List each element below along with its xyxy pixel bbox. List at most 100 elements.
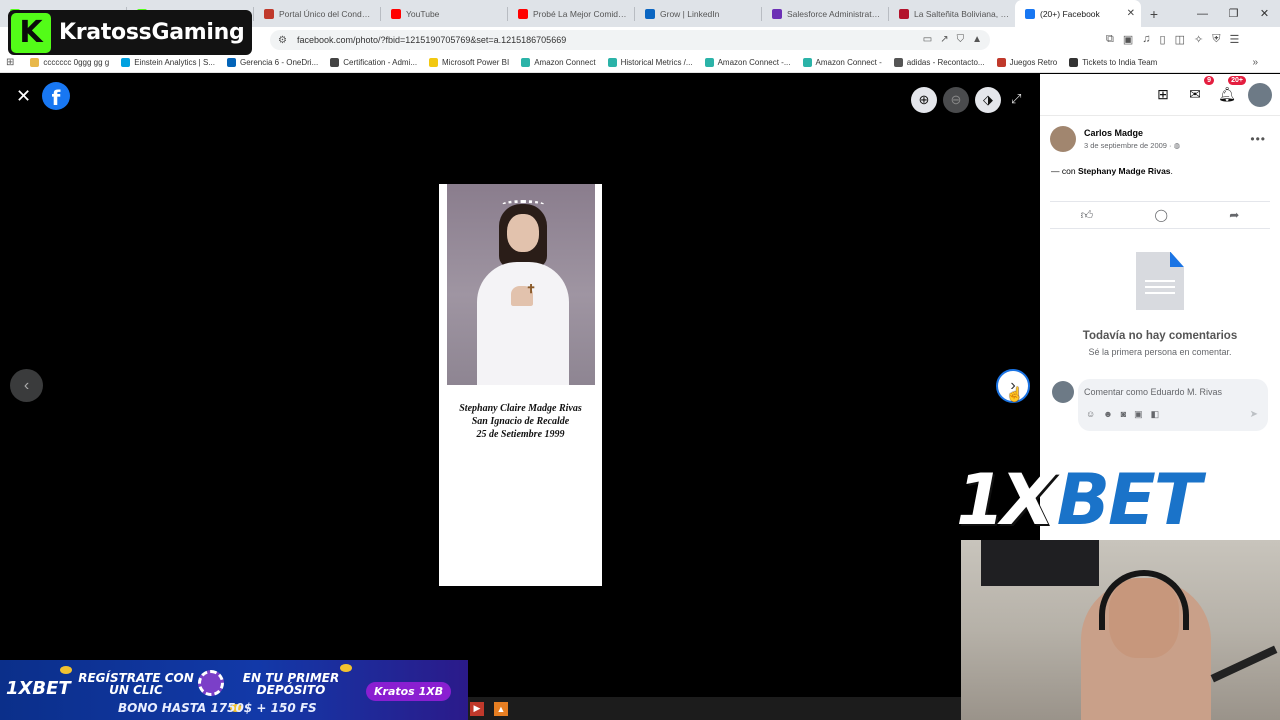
tab-label[interactable]: Salesforce Administrator... — [787, 9, 882, 19]
more-bookmarks-icon[interactable]: » — [1252, 57, 1258, 68]
browser-tab[interactable]: (20+) Facebook ✕ — [1015, 0, 1141, 27]
menu-icon[interactable]: ☰ — [1229, 33, 1239, 46]
bookmark-label[interactable]: Microsoft Power BI — [442, 58, 509, 67]
bookmark-item[interactable]: Historical Metrics /... — [607, 58, 693, 67]
split-icon[interactable]: ◫ — [1175, 33, 1185, 46]
shield-icon[interactable]: ⛉ — [957, 34, 965, 45]
bookmark-favicon-icon — [893, 58, 903, 67]
bookmark-item[interactable]: Tickets to India Team — [1069, 58, 1157, 67]
tab-label[interactable]: (20+) Facebook — [1040, 9, 1123, 19]
app-icon-red[interactable]: ▶ — [470, 701, 484, 716]
comment-input[interactable]: Comentar como Eduardo M. Rivas ☺ ☻ ◙ ▣ ◧… — [1078, 379, 1268, 431]
post-date-text[interactable]: 3 de septiembre de 2009 · — [1084, 141, 1174, 150]
sparkle-icon[interactable]: ✧ — [1194, 33, 1203, 46]
bookmark-label[interactable]: Certification - Admi... — [343, 58, 417, 67]
tab-label[interactable]: Probé La Mejor Comida de... — [533, 9, 628, 19]
bookmark-label[interactable]: adidas - Recontacto... — [907, 58, 985, 67]
bookmark-label[interactable]: Einstein Analytics | S... — [134, 58, 215, 67]
bookmark-favicon-icon — [30, 58, 40, 67]
zoom-in-icon[interactable]: ⊕ — [911, 87, 937, 113]
vpn-icon[interactable]: ⛨ — [1212, 33, 1220, 46]
comment-tools: ☺ ☻ ◙ ▣ ◧ — [1086, 409, 1159, 420]
fullscreen-icon[interactable]: ⤢ — [1011, 91, 1021, 107]
bookmarks-bar: ⊞ ccccccc 0ggg gg g Einstein Analytics | … — [0, 53, 1280, 73]
more-options-icon[interactable]: ••• — [1250, 132, 1266, 146]
tagged-line: — con Stephany Madge Rivas. — [1051, 166, 1173, 176]
extension-alert-icon[interactable]: ▲ — [972, 34, 982, 45]
bookmark-item[interactable]: ccccccc 0ggg gg g — [30, 58, 109, 67]
browser-tab[interactable]: YouTube — [381, 0, 507, 27]
kick-logo-icon: K — [11, 12, 51, 53]
browser-tab[interactable]: Probé La Mejor Comida de... — [508, 0, 634, 27]
tab-label[interactable]: Grow | LinkedIn — [660, 9, 755, 19]
bookmark-item[interactable]: Amazon Connect -... — [704, 58, 791, 67]
bookmark-item[interactable]: Einstein Analytics | S... — [121, 58, 215, 67]
bookmark-label[interactable]: Amazon Connect -... — [718, 58, 791, 67]
collections-icon[interactable]: ▣ — [1123, 33, 1133, 46]
tab-label[interactable]: YouTube — [406, 9, 501, 19]
browser-tab[interactable]: La Salteñita Boliviana, Jes... — [889, 0, 1015, 27]
bookmark-item[interactable]: Amazon Connect - — [802, 58, 882, 67]
bookmark-item[interactable]: Microsoft Power BI — [429, 58, 509, 67]
menu-grid-icon[interactable]: ⊞ — [1152, 84, 1174, 106]
apps-icon[interactable]: ⊞ — [6, 57, 14, 68]
bookmark-label[interactable]: Historical Metrics /... — [621, 58, 693, 67]
close-viewer-icon[interactable]: ✕ — [16, 86, 31, 107]
tagged-person-link[interactable]: Stephany Madge Rivas — [1078, 166, 1171, 176]
avatar-sticker-icon[interactable]: ☺ — [1086, 409, 1095, 420]
browser-tab[interactable]: Salesforce Administrator... — [762, 0, 888, 27]
bookmark-item[interactable]: Juegos Retro — [996, 58, 1058, 67]
caption-line-name: Stephany Claire Madge Rivas — [459, 403, 582, 414]
cast-icon[interactable]: ▭ — [923, 34, 932, 45]
browser-tab[interactable]: Grow | LinkedIn — [635, 0, 761, 27]
new-tab-button[interactable]: + — [1141, 0, 1167, 27]
bookmark-label[interactable]: Amazon Connect - — [816, 58, 882, 67]
bookmark-item[interactable]: Gerencia 6 - OneDri... — [226, 58, 318, 67]
tab-close-icon[interactable]: ✕ — [1127, 8, 1135, 19]
bookmark-label[interactable]: Tickets to India Team — [1082, 58, 1157, 67]
author-name[interactable]: Carlos Madge — [1084, 128, 1180, 138]
tag-icon[interactable]: ⬗ — [975, 87, 1001, 113]
bookmark-item[interactable]: Amazon Connect — [521, 58, 596, 67]
notifications-icon[interactable]: 🔔︎ 20+ — [1216, 75, 1246, 106]
site-info-icon[interactable]: ⚙ — [278, 35, 287, 46]
comment-icon[interactable]: ◯ — [1155, 208, 1168, 222]
zoom-out-icon[interactable]: ⊖ — [943, 87, 969, 113]
gif-icon[interactable]: ▣ — [1134, 409, 1143, 420]
browser-tab[interactable]: Portal Único del Conducto... — [254, 0, 380, 27]
app-icon-orange[interactable]: ▲ — [494, 701, 508, 716]
tab-favicon-icon — [899, 8, 909, 19]
previous-photo-button[interactable]: ‹ — [10, 369, 43, 402]
share-icon[interactable]: ➦ — [1229, 208, 1239, 222]
bookmark-label[interactable]: Gerencia 6 - OneDri... — [240, 58, 318, 67]
messenger-icon[interactable]: ✉ 9 — [1184, 75, 1214, 106]
caption-line-date: 25 de Setiembre 1999 — [476, 429, 565, 440]
tagged-prefix: — con — [1051, 166, 1078, 176]
profile-avatar[interactable] — [1248, 82, 1272, 107]
camera-icon[interactable]: ◙ — [1121, 409, 1126, 420]
sidebar-icon[interactable]: ▯ — [1160, 33, 1166, 46]
emoji-icon[interactable]: ☻ — [1103, 409, 1112, 420]
music-icon[interactable]: ♫ — [1142, 33, 1150, 46]
bookmark-label[interactable]: ccccccc 0ggg gg g — [43, 58, 109, 67]
url-text[interactable]: facebook.com/photo/?fbid=1215190705769&s… — [297, 35, 566, 45]
like-icon[interactable]: 👍︎ — [1081, 208, 1094, 223]
tab-label[interactable]: La Salteñita Boliviana, Jes... — [914, 9, 1009, 19]
share-icon[interactable]: ↗ — [940, 34, 948, 45]
minimize-button[interactable]: — — [1187, 0, 1218, 27]
bookmark-item[interactable]: adidas - Recontacto... — [893, 58, 985, 67]
bookmark-label[interactable]: Juegos Retro — [1010, 58, 1058, 67]
close-window-button[interactable]: ✕ — [1249, 0, 1280, 27]
maximize-button[interactable]: ❐ — [1218, 0, 1249, 27]
tab-label[interactable]: Portal Único del Conducto... — [279, 9, 374, 19]
sticker-icon[interactable]: ◧ — [1151, 409, 1160, 420]
facebook-logo-icon[interactable]: f — [42, 82, 70, 110]
send-icon[interactable]: ➤ — [1250, 409, 1258, 420]
address-bar[interactable]: ⚙ facebook.com/photo/?fbid=1215190705769… — [270, 30, 990, 50]
author-avatar[interactable] — [1050, 126, 1076, 152]
post-date[interactable]: 3 de septiembre de 2009 · ◍ — [1084, 141, 1180, 150]
puzzle-icon[interactable]: ⧉ — [1106, 33, 1114, 46]
bookmark-label[interactable]: Amazon Connect — [534, 58, 595, 67]
comment-placeholder[interactable]: Comentar como Eduardo M. Rivas — [1084, 387, 1222, 397]
bookmark-item[interactable]: Certification - Admi... — [330, 58, 417, 67]
